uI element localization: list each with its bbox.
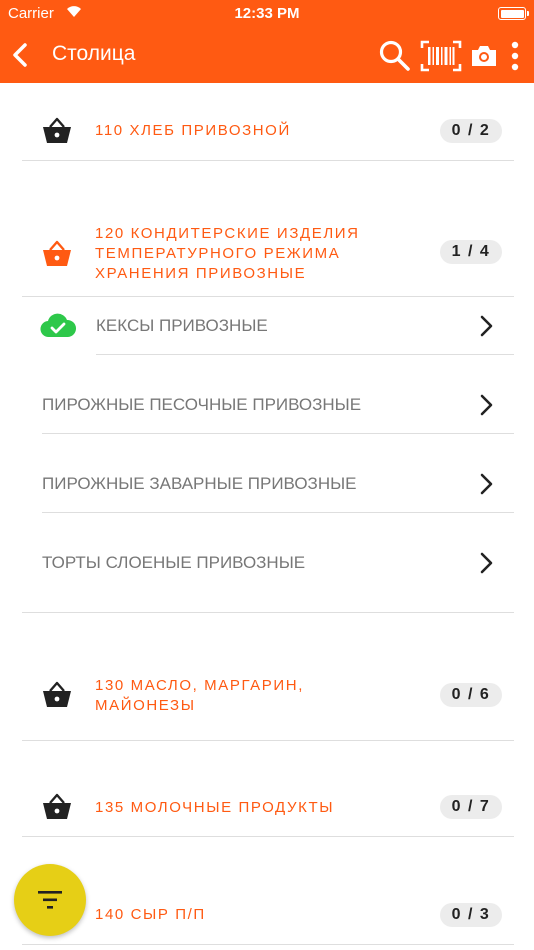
- subcategory-label: ТОРТЫ СЛОЕНЫЕ ПРИВОЗНЫЕ: [42, 553, 306, 572]
- basket-icon: [43, 240, 71, 266]
- cloud-check-icon: [40, 313, 76, 338]
- list-item[interactable]: ПИРОЖНЫЕ ЗАВАРНЫЕ ПРИВОЗНЫЕ: [0, 434, 534, 513]
- basket-icon: [43, 793, 71, 819]
- category-counter: 1 / 4: [440, 240, 502, 264]
- category-row[interactable]: 135 МОЛОЧНЫЕ ПРОДУКТЫ 0 / 7: [0, 788, 534, 828]
- subcategory-label: ПИРОЖНЫЕ ЗАВАРНЫЕ ПРИВОЗНЫЕ: [42, 474, 357, 493]
- category-row[interactable]: 120 КОНДИТЕРСКИЕ ИЗДЕЛИЯ ТЕМПЕРАТУРНОГО …: [0, 220, 534, 296]
- category-title: 130 МАСЛО, МАРГАРИН, МАЙОНЕЗЫ: [95, 677, 304, 714]
- basket-icon: [43, 681, 71, 707]
- divider: [22, 944, 514, 945]
- category-counter: 0 / 2: [440, 119, 502, 143]
- filter-fab-button[interactable]: [14, 864, 86, 936]
- divider: [22, 612, 514, 613]
- list-item[interactable]: ПИРОЖНЫЕ ПЕСОЧНЫЕ ПРИВОЗНЫЕ: [0, 355, 534, 434]
- list-item[interactable]: ТОРТЫ СЛОЕНЫЕ ПРИВОЗНЫЕ: [0, 513, 534, 592]
- battery-icon: [498, 7, 529, 20]
- chevron-right-icon: [480, 552, 493, 574]
- category-counter: 0 / 3: [440, 903, 502, 927]
- nav-bar: Столица: [0, 28, 534, 83]
- subcategory-label: КЕКСЫ ПРИВОЗНЫЕ: [96, 316, 268, 335]
- divider: [22, 740, 514, 741]
- category-title: 110 ХЛЕБ ПРИВОЗНОЙ: [95, 122, 291, 139]
- camera-icon[interactable]: [470, 41, 498, 71]
- category-title: 120 КОНДИТЕРСКИЕ ИЗДЕЛИЯ ТЕМПЕРАТУРНОГО …: [95, 225, 360, 282]
- barcode-icon[interactable]: [420, 39, 462, 73]
- back-arrow-icon[interactable]: [8, 40, 34, 70]
- filter-icon: [38, 891, 62, 909]
- subcategory-label: ПИРОЖНЫЕ ПЕСОЧНЫЕ ПРИВОЗНЫЕ: [42, 395, 362, 414]
- chevron-right-icon: [480, 394, 493, 416]
- chevron-right-icon: [480, 315, 493, 337]
- category-title: 140 СЫР П/П: [95, 906, 206, 923]
- category-row[interactable]: 110 ХЛЕБ ПРИВОЗНОЙ 0 / 2: [0, 100, 534, 162]
- list-item[interactable]: КЕКСЫ ПРИВОЗНЫЕ: [0, 297, 534, 355]
- category-row[interactable]: 130 МАСЛО, МАРГАРИН, МАЙОНЕЗЫ 0 / 6: [0, 670, 534, 722]
- chevron-right-icon: [480, 473, 493, 495]
- category-counter: 0 / 7: [440, 795, 502, 819]
- divider: [22, 160, 514, 161]
- basket-icon: [43, 117, 71, 143]
- search-icon[interactable]: [378, 39, 412, 73]
- divider: [22, 836, 514, 837]
- status-bar: Carrier 12:33 PM: [0, 0, 534, 28]
- more-vert-icon[interactable]: [506, 39, 524, 73]
- category-title: 135 МОЛОЧНЫЕ ПРОДУКТЫ: [95, 799, 335, 816]
- category-counter: 0 / 6: [440, 683, 502, 707]
- clock: 12:33 PM: [234, 5, 300, 22]
- page-title: Столица: [52, 42, 136, 65]
